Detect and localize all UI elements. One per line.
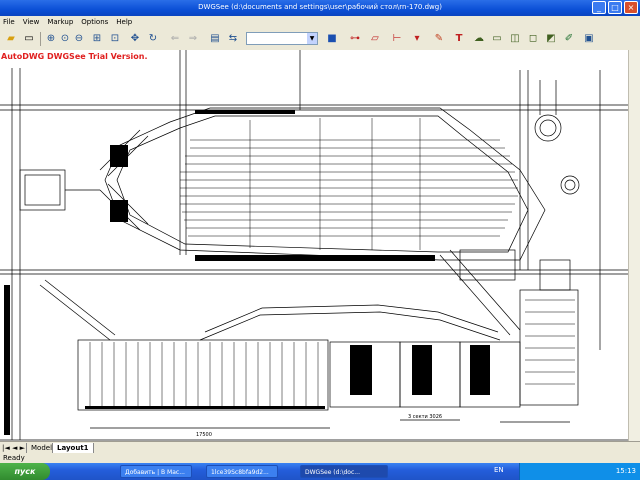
- measure-distance-icon[interactable]: ⊶: [348, 32, 362, 46]
- zoom-window-icon[interactable]: ⊞: [90, 32, 104, 46]
- system-tray: EN 15:13: [494, 463, 640, 480]
- title-bar: DWGSee (d:\documents and settings\user\р…: [0, 0, 640, 16]
- toolbar: ▰ ▭ ⊕ ⊙ ⊖ ⊞ ⊡ ✥ ↻ ⇐ ⇒ ▤ ⇆ ▼ ■ ⊶ ▱ ⊢ ▾ ✎ …: [0, 28, 640, 51]
- menu-view[interactable]: View: [23, 16, 40, 28]
- taskbar: пуск Добавить | В Мас... 1lce39Sc8bfa9d2…: [0, 463, 640, 480]
- forward-arrow-icon[interactable]: ⇒: [186, 32, 200, 46]
- save-markup-icon[interactable]: ▣: [582, 32, 596, 46]
- window-controls: _ □ ×: [592, 1, 638, 14]
- layers-icon[interactable]: ▤: [208, 32, 222, 46]
- dimension-label-right: 3 секти 3026: [408, 414, 442, 420]
- measure-area-icon[interactable]: ▱: [368, 32, 382, 46]
- view-combo[interactable]: ▼: [246, 32, 318, 45]
- dimension-label-left: 17500: [196, 432, 212, 438]
- print-icon[interactable]: ▭: [22, 32, 36, 46]
- vertical-scrollbar[interactable]: [628, 50, 640, 441]
- open-folder-icon[interactable]: ▰: [4, 32, 18, 46]
- zoom-realtime-icon[interactable]: ⊙: [58, 32, 72, 46]
- dimension-dropdown-icon[interactable]: ▾: [410, 32, 424, 46]
- start-button[interactable]: пуск: [0, 463, 50, 480]
- stamp-icon[interactable]: ◩: [544, 32, 558, 46]
- chevron-down-icon[interactable]: ▼: [307, 33, 317, 44]
- status-text: Ready: [3, 454, 25, 462]
- taskbar-item-3[interactable]: DWGSee (d:\doc...: [300, 465, 388, 478]
- text-icon[interactable]: T: [452, 32, 466, 46]
- menu-options[interactable]: Options: [81, 16, 108, 28]
- drawing-canvas[interactable]: 17500 3 секти 3026: [0, 50, 628, 441]
- pan-icon[interactable]: ✥: [128, 32, 142, 46]
- toolbar-separator: [40, 32, 41, 46]
- close-button[interactable]: ×: [624, 1, 638, 14]
- taskbar-item-2[interactable]: 1lce39Sc8bfa9d2...: [206, 465, 278, 478]
- zoom-in-icon[interactable]: ⊕: [44, 32, 58, 46]
- status-bar: Ready: [0, 453, 640, 463]
- menu-bar: File View Markup Options Help: [0, 16, 640, 28]
- back-arrow-icon[interactable]: ⇐: [168, 32, 182, 46]
- menu-file[interactable]: File: [3, 16, 15, 28]
- attach-icon[interactable]: ⇆: [226, 32, 240, 46]
- zoom-out-icon[interactable]: ⊖: [72, 32, 86, 46]
- note-icon[interactable]: ◫: [508, 32, 522, 46]
- menu-help[interactable]: Help: [116, 16, 132, 28]
- cloud-icon[interactable]: ☁: [472, 32, 486, 46]
- properties-icon[interactable]: ■: [325, 32, 339, 46]
- menu-markup[interactable]: Markup: [47, 16, 73, 28]
- callout-icon[interactable]: ◻: [526, 32, 540, 46]
- minimize-button[interactable]: _: [592, 1, 606, 14]
- clock: 15:13: [615, 467, 636, 475]
- window-title: DWGSee (d:\documents and settings\user\р…: [198, 3, 442, 11]
- refresh-icon[interactable]: ↻: [146, 32, 160, 46]
- maximize-button[interactable]: □: [608, 1, 622, 14]
- zoom-extents-icon[interactable]: ⊡: [108, 32, 122, 46]
- language-indicator[interactable]: EN: [494, 466, 504, 474]
- cad-drawing: 17500 3 секти 3026: [0, 50, 628, 441]
- comment-icon[interactable]: ▭: [490, 32, 504, 46]
- dimension-icon[interactable]: ⊢: [390, 32, 404, 46]
- edit-markup-icon[interactable]: ✐: [562, 32, 576, 46]
- pen-icon[interactable]: ✎: [432, 32, 446, 46]
- taskbar-item-1[interactable]: Добавить | В Мас...: [120, 465, 192, 478]
- trial-watermark: AutoDWG DWGSee Trial Version.: [1, 52, 148, 61]
